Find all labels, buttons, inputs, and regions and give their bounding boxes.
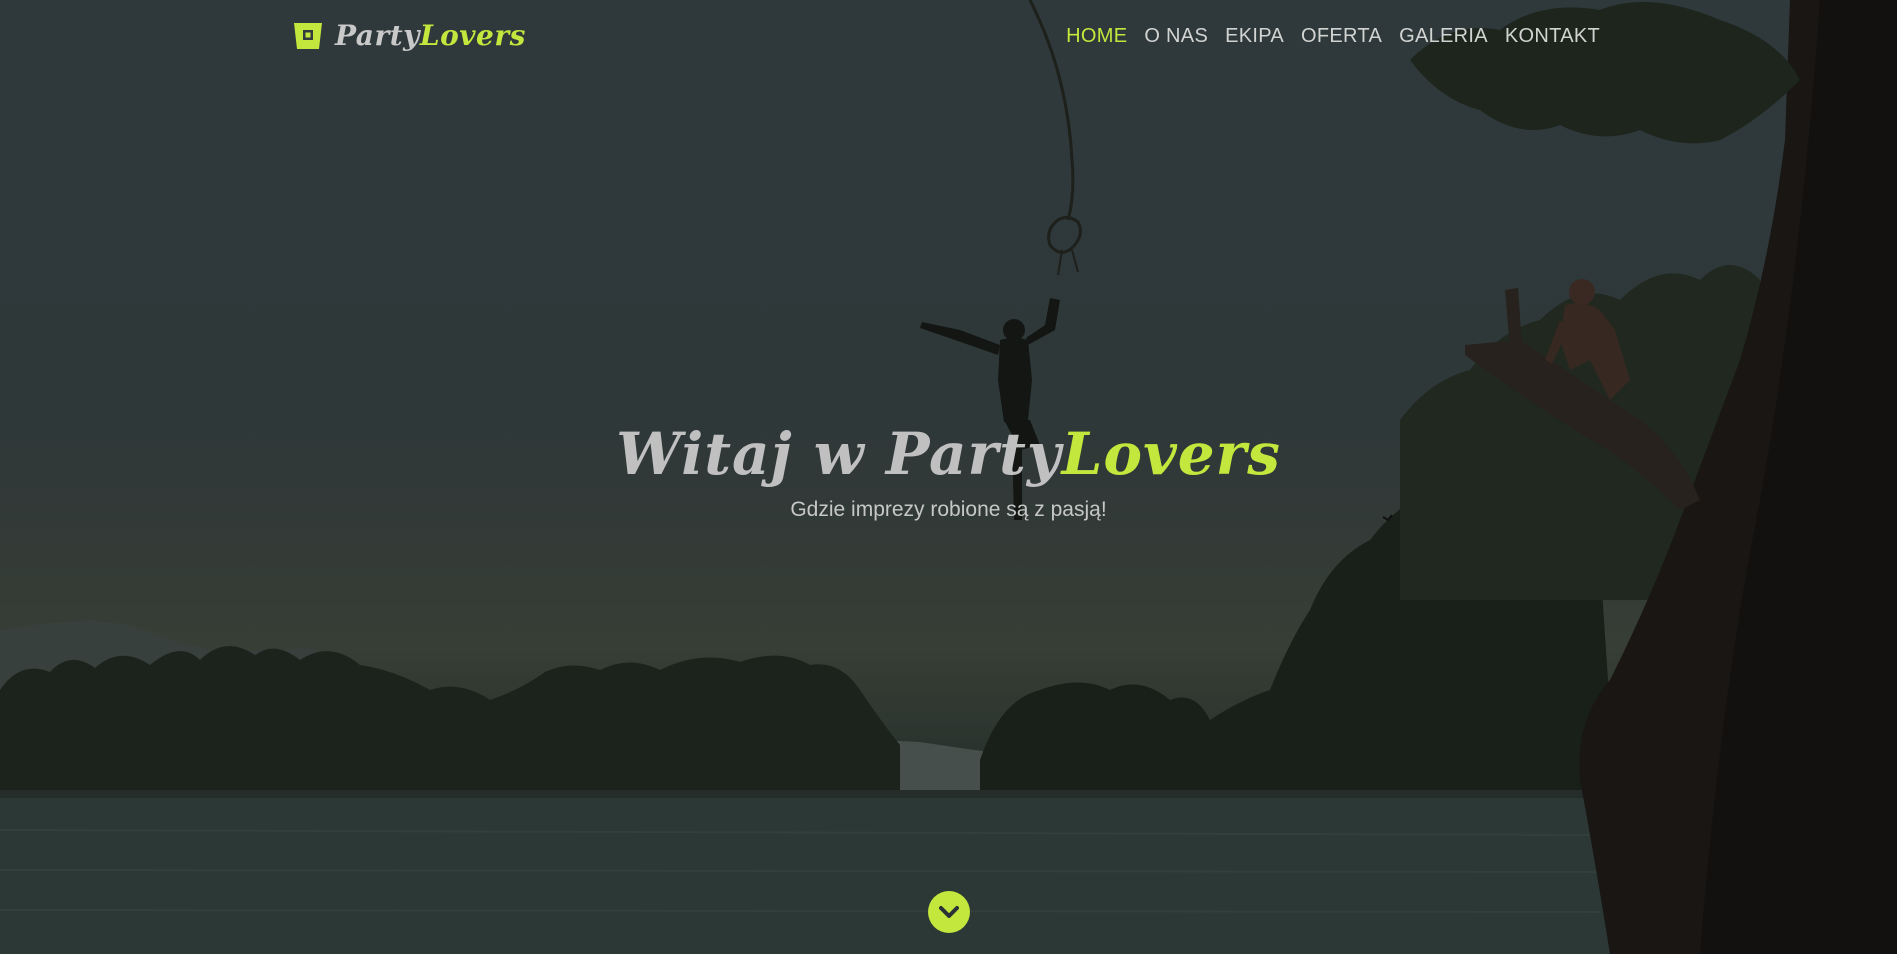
nav-item-o-nas: O NAS [1144, 20, 1208, 52]
brand-name-part1: Party [335, 19, 420, 52]
cup-icon [294, 23, 322, 49]
hero-subtitle: Gdzie imprezy robione są z pasją! [790, 498, 1107, 521]
nav-item-home: HOME [1066, 20, 1127, 52]
main-nav: HOME O NAS EKIPA OFERTA GALERIA KONTAKT [1066, 20, 1600, 52]
hero-title-part2: Lovers [1061, 420, 1281, 488]
nav-link-kontakt[interactable]: KONTAKT [1505, 25, 1600, 47]
scroll-down-button[interactable] [928, 891, 970, 933]
nav-item-kontakt: KONTAKT [1505, 20, 1600, 52]
nav-link-galeria[interactable]: GALERIA [1399, 25, 1488, 47]
hero-title: Witaj w PartyLovers [0, 416, 1897, 492]
navbar: PartyLovers HOME O NAS EKIPA OFERTA GALE… [0, 0, 1897, 72]
nav-link-o-nas[interactable]: O NAS [1144, 25, 1208, 47]
brand-logo-link[interactable]: PartyLovers [293, 18, 526, 54]
nav-link-oferta[interactable]: OFERTA [1301, 25, 1382, 47]
brand-name: PartyLovers [335, 18, 526, 54]
hero-title-part1: Witaj w Party [616, 420, 1062, 488]
nav-item-oferta: OFERTA [1301, 20, 1382, 52]
chevron-down-icon [939, 906, 959, 918]
nav-link-ekipa[interactable]: EKIPA [1225, 25, 1284, 47]
nav-item-galeria: GALERIA [1399, 20, 1488, 52]
nav-link-home[interactable]: HOME [1066, 25, 1127, 47]
nav-item-ekipa: EKIPA [1225, 20, 1284, 52]
brand-name-part2: Lovers [419, 19, 526, 52]
